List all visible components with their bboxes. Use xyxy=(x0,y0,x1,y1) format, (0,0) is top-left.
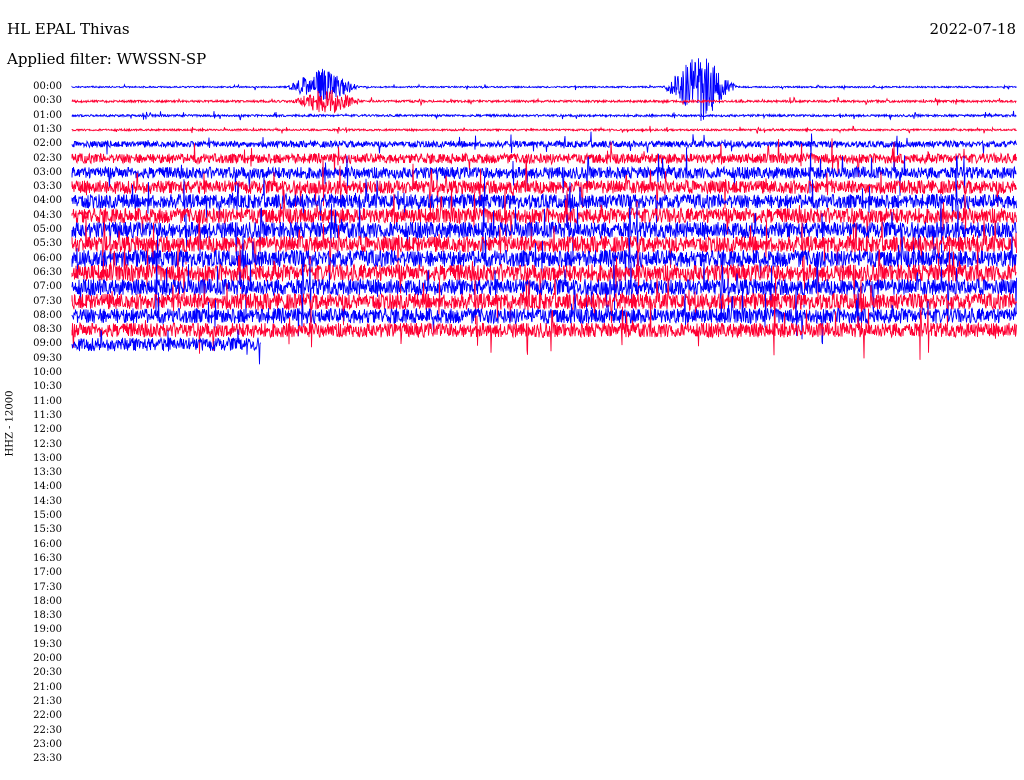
trace-row-0030 xyxy=(71,89,1017,114)
helicorder-plot xyxy=(71,58,1017,365)
trace-row-0130 xyxy=(71,125,1017,134)
trace-row-0100 xyxy=(71,110,1017,121)
